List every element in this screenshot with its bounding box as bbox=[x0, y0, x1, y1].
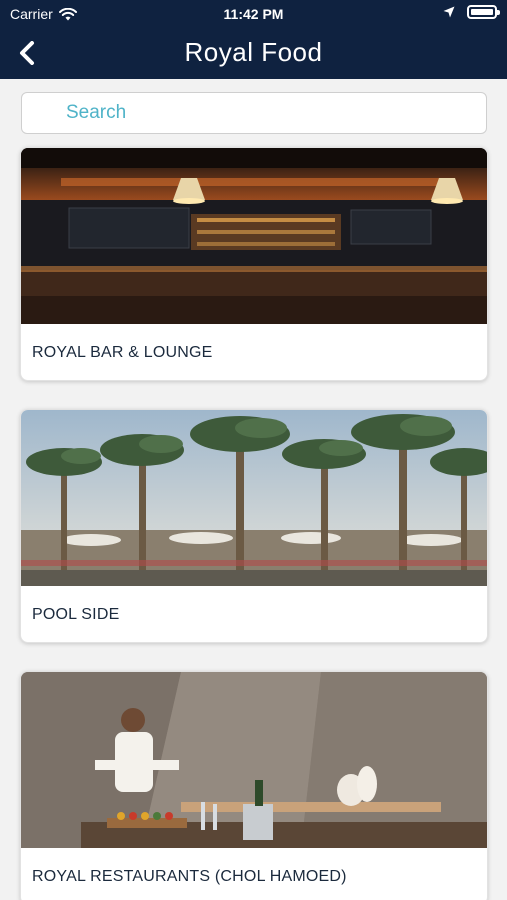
bar-lounge-image bbox=[21, 148, 487, 324]
location-arrow-icon bbox=[443, 6, 455, 18]
nav-bar: Royal Food bbox=[0, 28, 507, 79]
status-bar: Carrier 11:42 PM bbox=[0, 0, 507, 28]
venue-card-bar-lounge[interactable]: ROYAL BAR & LOUNGE bbox=[20, 147, 488, 381]
venue-card-royal-restaurants[interactable]: ROYAL RESTAURANTS (CHOL HAMOED) bbox=[20, 671, 488, 900]
status-right bbox=[443, 5, 500, 19]
royal-restaurants-image bbox=[21, 672, 487, 848]
venue-card-label: POOL SIDE bbox=[32, 606, 120, 623]
venue-card-label: ROYAL RESTAURANTS (CHOL HAMOED) bbox=[32, 868, 347, 885]
top-bar: Carrier 11:42 PM Royal Food bbox=[0, 0, 507, 79]
venue-card-pool-side[interactable]: POOL SIDE bbox=[20, 409, 488, 643]
pool-side-image bbox=[21, 410, 487, 586]
search-input[interactable] bbox=[22, 93, 486, 133]
search-field[interactable] bbox=[21, 92, 487, 134]
battery-icon bbox=[467, 5, 500, 19]
venue-card-label: ROYAL BAR & LOUNGE bbox=[32, 344, 213, 361]
page-title: Royal Food bbox=[184, 37, 323, 67]
status-time: 11:42 PM bbox=[223, 6, 284, 22]
